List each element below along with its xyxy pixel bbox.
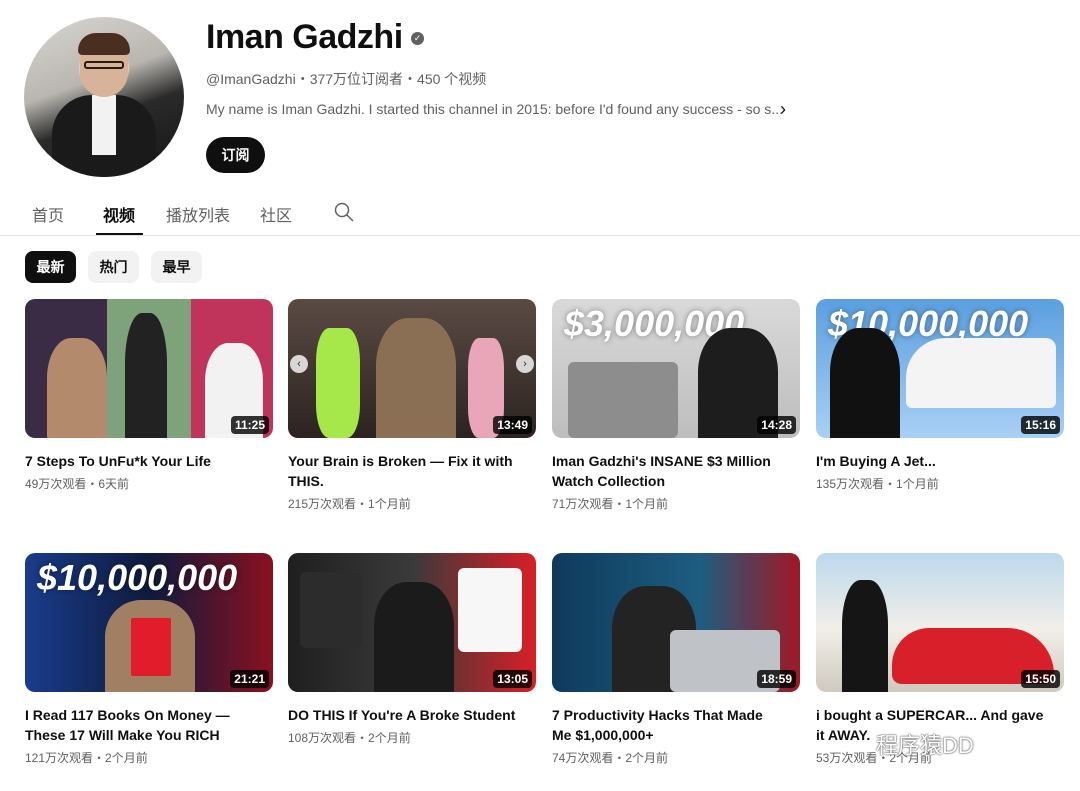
subscribe-button[interactable]: 订阅: [206, 137, 265, 173]
video-thumbnail[interactable]: 18:59: [552, 553, 800, 692]
video-title[interactable]: Iman Gadzhi's INSANE $3 Million Watch Co…: [552, 451, 782, 491]
video-card[interactable]: 13:05 DO THIS If You're A Broke Student …: [288, 553, 536, 746]
thumb-person: [376, 318, 456, 438]
video-meta: 74万次观看・2个月前: [552, 751, 669, 765]
video-duration: 21:21: [230, 670, 269, 688]
video-thumbnail[interactable]: $10,000,000 21:21: [25, 553, 273, 692]
tab-videos[interactable]: 视频: [103, 202, 135, 226]
active-tab-indicator: [96, 233, 143, 235]
video-meta: 121万次观看・2个月前: [25, 751, 148, 765]
thumb-jet: [906, 338, 1056, 408]
channel-avatar[interactable]: [24, 17, 184, 177]
tab-home[interactable]: 首页: [32, 202, 64, 226]
tab-playlists[interactable]: 播放列表: [166, 202, 230, 226]
video-title[interactable]: DO THIS If You're A Broke Student: [288, 705, 518, 725]
thumb-person: [830, 328, 900, 438]
video-card[interactable]: $3,000,000 14:28 Iman Gadzhi's INSANE $3…: [552, 299, 800, 512]
channel-name: Iman Gadzhi: [206, 18, 403, 56]
thumb-person: [842, 580, 888, 692]
channel-tabs: 首页 视频 播放列表 社区: [0, 190, 1080, 236]
avatar-shirt: [92, 95, 116, 155]
thumb-person: [125, 313, 167, 438]
chip-popular[interactable]: 热门: [88, 251, 139, 283]
video-title[interactable]: 7 Steps To UnFu*k Your Life: [25, 451, 255, 471]
video-thumbnail[interactable]: 13:05: [288, 553, 536, 692]
thumb-right-arrow-icon: ›: [516, 355, 534, 373]
thumb-text: $10,000,000: [37, 557, 238, 598]
thumb-person: [47, 338, 107, 438]
video-title[interactable]: 7 Productivity Hacks That Made Me $1,000…: [552, 705, 782, 745]
video-title[interactable]: I Read 117 Books On Money — These 17 Wil…: [25, 705, 255, 745]
verified-icon: ✓: [411, 32, 424, 45]
video-duration: 14:28: [757, 416, 796, 434]
video-duration: 18:59: [757, 670, 796, 688]
video-card[interactable]: $10,000,000 15:16 I'm Buying A Jet... 13…: [816, 299, 1064, 492]
thumb-card-left: [300, 572, 362, 648]
video-card[interactable]: 11:25 7 Steps To UnFu*k Your Life 49万次观看…: [25, 299, 273, 492]
video-card[interactable]: ‹ › 13:49 Your Brain is Broken — Fix it …: [288, 299, 536, 512]
video-thumbnail[interactable]: 11:25: [25, 299, 273, 438]
video-duration: 13:05: [493, 670, 532, 688]
avatar-hair: [78, 33, 130, 55]
video-title[interactable]: Your Brain is Broken — Fix it with THIS.: [288, 451, 518, 491]
search-icon[interactable]: [334, 202, 354, 222]
video-thumbnail[interactable]: $3,000,000 14:28: [552, 299, 800, 438]
video-duration: 11:25: [230, 416, 269, 434]
video-thumbnail[interactable]: ‹ › 13:49: [288, 299, 536, 438]
tab-community[interactable]: 社区: [260, 202, 292, 226]
video-meta: 215万次观看・1个月前: [288, 497, 411, 511]
video-title[interactable]: I'm Buying A Jet...: [816, 451, 1046, 471]
thumb-person: [374, 582, 454, 692]
video-duration: 15:16: [1021, 416, 1060, 434]
watermark: 程序猿DD: [876, 733, 974, 758]
thumb-person: [316, 328, 360, 438]
chevron-right-icon[interactable]: ›: [780, 99, 786, 120]
video-card[interactable]: $10,000,000 21:21 I Read 117 Books On Mo…: [25, 553, 273, 766]
video-meta: 108万次观看・2个月前: [288, 731, 411, 745]
thumb-left-arrow-icon: ‹: [290, 355, 308, 373]
video-duration: 13:49: [493, 416, 532, 434]
video-meta: 71万次观看・1个月前: [552, 497, 669, 511]
channel-description[interactable]: My name is Iman Gadzhi. I started this c…: [206, 101, 783, 117]
thumb-card-right: [458, 568, 522, 652]
thumb-book: [131, 618, 171, 676]
video-meta: 49万次观看・6天前: [25, 477, 130, 491]
video-duration: 15:50: [1021, 670, 1060, 688]
chip-latest[interactable]: 最新: [25, 251, 76, 283]
video-meta: 135万次观看・1个月前: [816, 477, 939, 491]
avatar-glasses: [84, 61, 124, 69]
video-thumbnail[interactable]: 15:50: [816, 553, 1064, 692]
chip-oldest[interactable]: 最早: [151, 251, 202, 283]
video-card[interactable]: 18:59 7 Productivity Hacks That Made Me …: [552, 553, 800, 766]
video-thumbnail[interactable]: $10,000,000 15:16: [816, 299, 1064, 438]
channel-meta: @ImanGadzhi・377万位订阅者・450 个视频: [206, 71, 487, 87]
thumb-case: [568, 362, 678, 438]
